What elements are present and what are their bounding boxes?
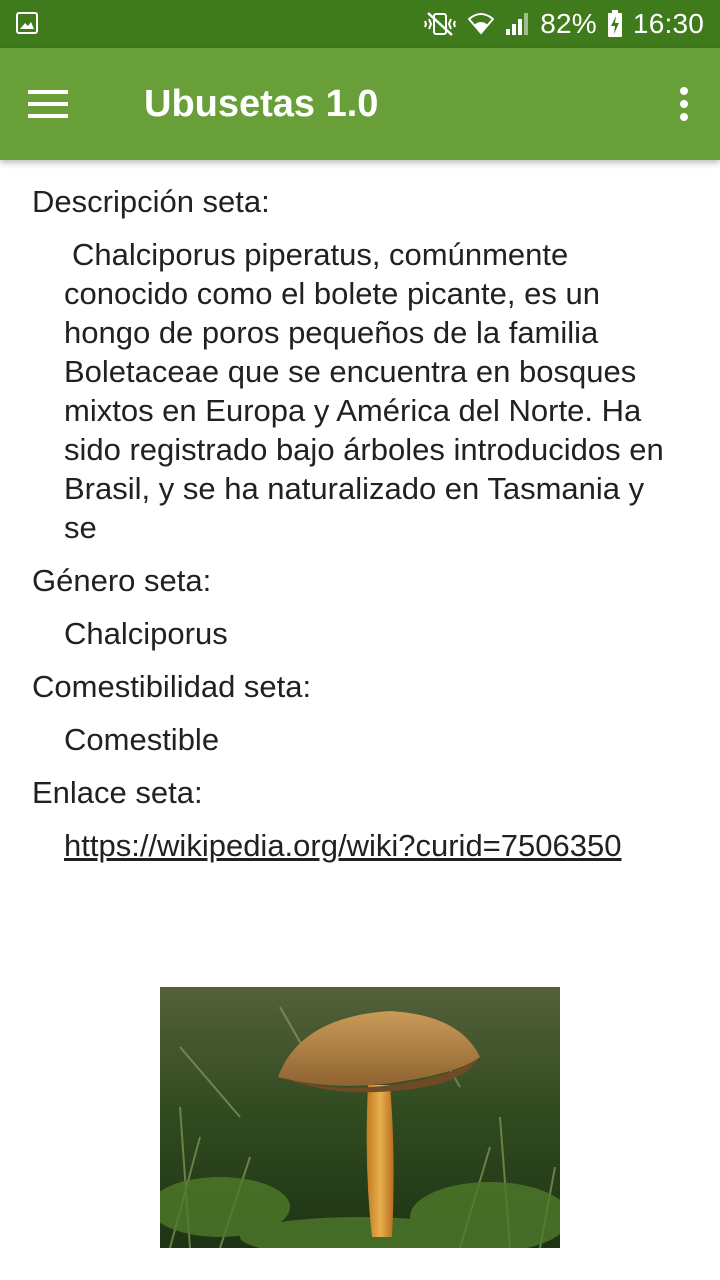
app-bar: Ubusetas 1.0	[0, 48, 720, 160]
edibility-label: Comestibilidad seta:	[32, 669, 312, 704]
hamburger-menu-icon	[28, 90, 68, 118]
link-label: Enlace seta:	[32, 775, 203, 810]
more-vert-icon	[680, 87, 688, 121]
app-title: Ubusetas 1.0	[144, 83, 379, 125]
signal-icon	[506, 13, 529, 35]
mushroom-details: Descripción seta: Chalciporus piperatus,…	[32, 182, 692, 879]
battery-percent: 82%	[540, 8, 597, 39]
wikipedia-link[interactable]: https://wikipedia.org/wiki?curid=7506350	[64, 828, 621, 863]
mushroom-photo	[160, 987, 560, 1248]
image-notification-icon	[16, 12, 38, 34]
wifi-icon	[468, 13, 495, 35]
genus-label: Género seta:	[32, 563, 212, 598]
menu-button[interactable]	[18, 74, 78, 134]
overflow-menu-button[interactable]	[668, 76, 700, 132]
battery-charging-icon	[607, 10, 622, 37]
description-label: Descripción seta:	[32, 184, 270, 219]
status-bar: 82% 16:30	[0, 0, 720, 48]
edibility-value: Comestible	[64, 722, 220, 757]
mute-vibrate-icon	[424, 12, 457, 36]
genus-value: Chalciporus	[64, 616, 228, 651]
clock: 16:30	[632, 8, 704, 39]
description-text: Chalciporus piperatus, comúnmente conoci…	[64, 237, 664, 545]
